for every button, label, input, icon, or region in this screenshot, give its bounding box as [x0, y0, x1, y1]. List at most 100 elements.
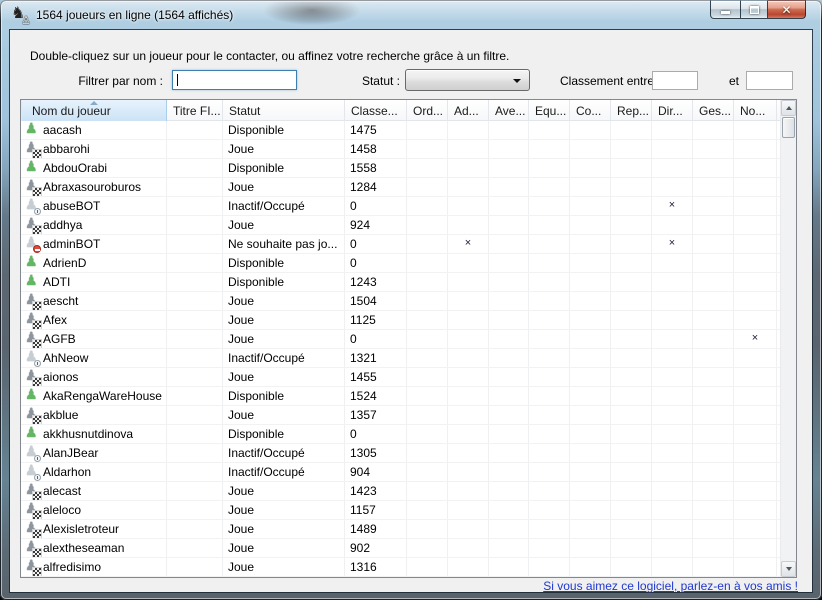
- titlebar[interactable]: 1564 joueurs en ligne (1564 affichés) ✕: [0, 0, 822, 30]
- player-name: AbdouOrabi: [43, 161, 107, 175]
- flag-cell: [489, 406, 529, 424]
- flag-cell: [693, 311, 734, 329]
- statut-label: Statut :: [354, 74, 400, 88]
- flag-cell: [489, 501, 529, 519]
- classement-cell: 1125: [345, 311, 407, 329]
- classement-cell: 1243: [345, 273, 407, 291]
- flag-cell: [611, 349, 652, 367]
- column-header-0[interactable]: Nom du joueur: [21, 100, 167, 121]
- flag-cell: [652, 501, 693, 519]
- flag-cell: [652, 482, 693, 500]
- column-header-1[interactable]: Titre FI...: [167, 100, 223, 121]
- maximize-icon: [750, 6, 759, 14]
- table-row[interactable]: addhyaJoue924: [21, 216, 780, 235]
- flag-cell: [489, 254, 529, 272]
- table-row[interactable]: akkhusnutdinovaDisponible0: [21, 425, 780, 444]
- scroll-down-button[interactable]: [781, 561, 796, 577]
- column-header-7[interactable]: Equ...: [529, 100, 570, 121]
- player-name-cell: addhya: [21, 216, 167, 234]
- flag-cell: [448, 216, 489, 234]
- flag-cell: [652, 178, 693, 196]
- column-header-3[interactable]: Classe...: [345, 100, 407, 121]
- flag-cell: [652, 444, 693, 462]
- statut-cell: Joue: [223, 292, 345, 310]
- close-button[interactable]: ✕: [768, 0, 806, 19]
- column-header-11[interactable]: Ges...: [693, 100, 734, 121]
- filter-name-input[interactable]: [172, 70, 297, 90]
- flag-cell: [693, 349, 734, 367]
- column-header-2[interactable]: Statut: [223, 100, 345, 121]
- table-row[interactable]: AdrienDDisponible0: [21, 254, 780, 273]
- table-row[interactable]: AGFBJoue0×: [21, 330, 780, 349]
- pawn-available-icon: [25, 161, 39, 176]
- flag-cell: [529, 425, 570, 443]
- column-header-10[interactable]: Dir...: [652, 100, 693, 121]
- column-header-4[interactable]: Ord...: [407, 100, 448, 121]
- pawn-idle-icon: [25, 351, 39, 366]
- flag-cell: [570, 235, 611, 253]
- column-header-6[interactable]: Ave...: [489, 100, 529, 121]
- dialog-client-area: Double-cliquez sur un joueur pour le con…: [10, 30, 812, 592]
- rating-min-input[interactable]: [652, 71, 698, 90]
- player-name-cell: AlanJBear: [21, 444, 167, 462]
- players-list: Nom du joueurTitre FI...StatutClasse...O…: [20, 99, 797, 578]
- flag-cell: [734, 349, 777, 367]
- table-row[interactable]: aeschtJoue1504: [21, 292, 780, 311]
- table-row[interactable]: AfexJoue1125: [21, 311, 780, 330]
- player-name: Aldarhon: [43, 465, 91, 479]
- column-header-9[interactable]: Rep...: [611, 100, 652, 121]
- table-row[interactable]: AldarhonInactif/Occupé904: [21, 463, 780, 482]
- statut-cell: Joue: [223, 482, 345, 500]
- table-row[interactable]: alecastJoue1423: [21, 482, 780, 501]
- flag-cell: [693, 140, 734, 158]
- table-row[interactable]: AbraxasouroburosJoue1284: [21, 178, 780, 197]
- vertical-scrollbar[interactable]: [780, 100, 796, 577]
- flag-cell: [734, 273, 777, 291]
- flag-cell: [529, 501, 570, 519]
- player-name: addhya: [43, 218, 82, 232]
- table-row[interactable]: AlexisletroteurJoue1489: [21, 520, 780, 539]
- table-row[interactable]: ADTIDisponible1243: [21, 273, 780, 292]
- table-row[interactable]: alelocoJoue1157: [21, 501, 780, 520]
- player-name-cell: Afex: [21, 311, 167, 329]
- table-row[interactable]: alextheseamanJoue902: [21, 539, 780, 558]
- scrollbar-thumb[interactable]: [782, 117, 795, 138]
- flag-cell: [611, 197, 652, 215]
- table-row[interactable]: AhNeowInactif/Occupé1321: [21, 349, 780, 368]
- column-header-12[interactable]: No...: [734, 100, 777, 121]
- flag-cell: [693, 159, 734, 177]
- flag-cell: [734, 539, 777, 557]
- flag-cell: [652, 387, 693, 405]
- flag-cell: [611, 463, 652, 481]
- player-name: alfredisimo: [43, 560, 101, 574]
- maximize-button[interactable]: [740, 0, 768, 19]
- column-header-5[interactable]: Ad...: [448, 100, 489, 121]
- flag-cell: ×: [448, 235, 489, 253]
- table-row[interactable]: alfredisimoJoue1316: [21, 558, 780, 577]
- column-header-8[interactable]: Co...: [570, 100, 611, 121]
- table-row[interactable]: AbdouOrabiDisponible1558: [21, 159, 780, 178]
- flag-cell: [652, 273, 693, 291]
- table-row[interactable]: adminBOTNe souhaite pas jo...0××: [21, 235, 780, 254]
- table-row[interactable]: abuseBOTInactif/Occupé0×: [21, 197, 780, 216]
- rating-max-input[interactable]: [746, 71, 793, 90]
- statut-select[interactable]: [405, 69, 530, 91]
- flag-cell: [529, 273, 570, 291]
- flag-cell: [570, 273, 611, 291]
- pawn-playing-icon: [25, 218, 39, 233]
- table-row[interactable]: AkaRengaWareHouseDisponible1524: [21, 387, 780, 406]
- table-row[interactable]: aionosJoue1455: [21, 368, 780, 387]
- minimize-button[interactable]: [710, 0, 740, 19]
- table-row[interactable]: AlanJBearInactif/Occupé1305: [21, 444, 780, 463]
- flag-cell: [448, 121, 489, 139]
- scroll-up-button[interactable]: [781, 100, 796, 116]
- pawn-available-icon: [25, 256, 39, 271]
- share-link[interactable]: Si vous aimez ce logiciel, parlez-en à v…: [543, 579, 798, 593]
- flag-cell: [448, 387, 489, 405]
- player-name-cell: ADTI: [21, 273, 167, 291]
- table-row[interactable]: aacashDisponible1475: [21, 121, 780, 140]
- classement-cell: 0: [345, 330, 407, 348]
- table-row[interactable]: akblueJoue1357: [21, 406, 780, 425]
- flag-cell: [570, 558, 611, 576]
- table-row[interactable]: abbarohiJoue1458: [21, 140, 780, 159]
